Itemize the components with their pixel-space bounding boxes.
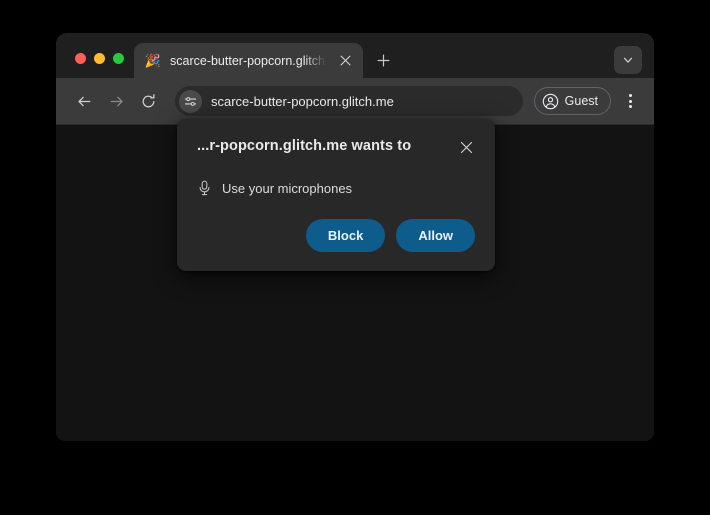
browser-tab[interactable]: 🎉 scarce-butter-popcorn.glitch.: [134, 43, 363, 78]
tab-search-button[interactable]: [614, 46, 642, 74]
close-tab-icon[interactable]: [335, 51, 355, 71]
screen: 🎉 scarce-butter-popcorn.glitch. scarce-b…: [0, 0, 710, 515]
tab-strip: 🎉 scarce-butter-popcorn.glitch.: [56, 33, 654, 78]
tune-icon[interactable]: [179, 89, 202, 113]
permission-dialog-actions: Block Allow: [197, 219, 479, 252]
tab-title: scarce-butter-popcorn.glitch.: [170, 53, 326, 68]
more-vertical-icon[interactable]: [618, 87, 642, 115]
profile-button[interactable]: Guest: [533, 87, 611, 115]
party-popper-favicon: 🎉: [144, 53, 162, 68]
close-dialog-icon[interactable]: [455, 136, 477, 158]
account-circle-icon: [542, 93, 559, 110]
permission-request-row: Use your microphones: [197, 180, 479, 196]
permission-label: Use your microphones: [222, 180, 353, 196]
profile-label: Guest: [564, 94, 598, 108]
traffic-lights: [56, 53, 134, 78]
microphone-icon: [197, 180, 212, 196]
back-button[interactable]: [70, 87, 98, 115]
address-bar[interactable]: scarce-butter-popcorn.glitch.me: [175, 86, 523, 116]
maximize-window-button[interactable]: [113, 53, 124, 64]
block-button[interactable]: Block: [305, 219, 386, 252]
new-tab-button[interactable]: [369, 46, 397, 74]
forward-button[interactable]: [102, 87, 130, 115]
address-bar-url: scarce-butter-popcorn.glitch.me: [211, 93, 394, 109]
menu-dot: [628, 99, 632, 103]
permission-dialog-header: ...r-popcorn.glitch.me wants to: [197, 136, 479, 158]
allow-button[interactable]: Allow: [396, 219, 475, 252]
browser-toolbar: scarce-butter-popcorn.glitch.me Guest: [56, 78, 654, 124]
reload-button[interactable]: [134, 87, 162, 115]
minimize-window-button[interactable]: [94, 53, 105, 64]
menu-dots: [628, 94, 632, 108]
permission-dialog-title: ...r-popcorn.glitch.me wants to: [197, 138, 412, 154]
permission-dialog: ...r-popcorn.glitch.me wants to Use your…: [177, 119, 495, 271]
close-window-button[interactable]: [75, 53, 86, 64]
menu-dot: [628, 94, 632, 97]
menu-dot: [628, 105, 632, 108]
